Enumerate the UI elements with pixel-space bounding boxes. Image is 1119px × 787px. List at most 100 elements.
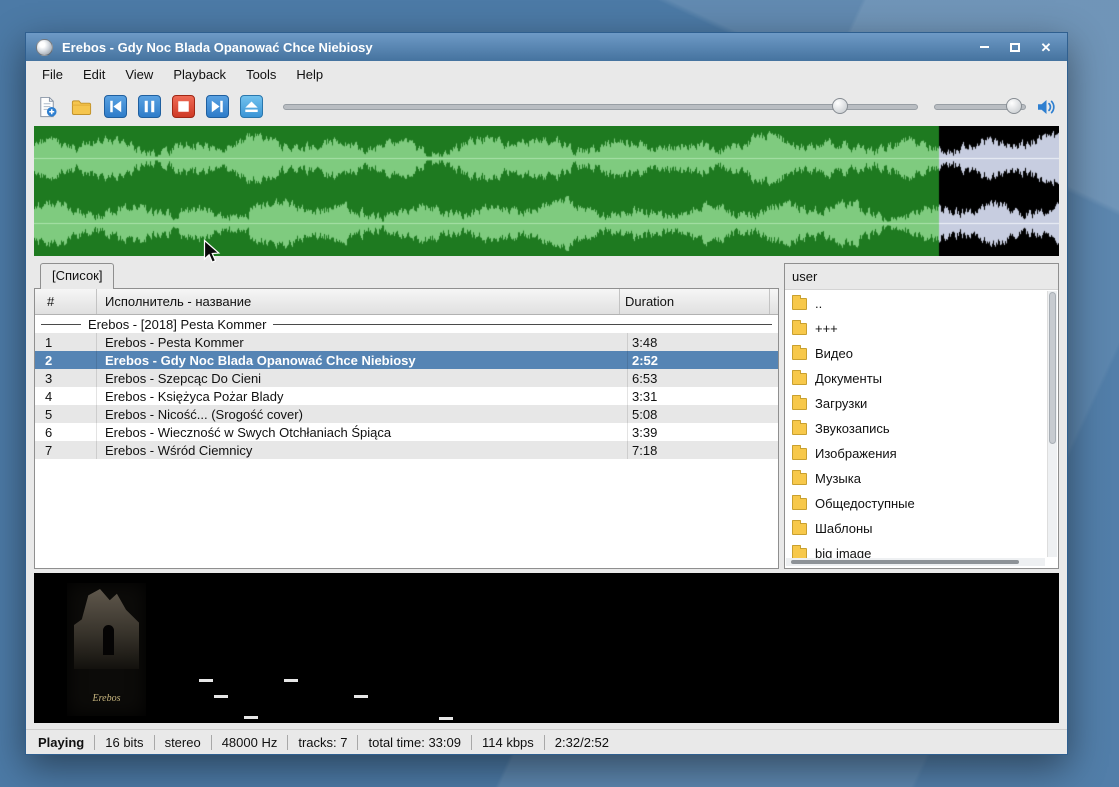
track-number: 4	[35, 387, 97, 405]
browser-item[interactable]: Загрузки	[785, 391, 1058, 416]
folder-icon	[792, 373, 807, 385]
browser-item[interactable]: Шаблоны	[785, 516, 1058, 541]
status-separator	[471, 735, 472, 750]
menu-view[interactable]: View	[115, 63, 163, 86]
viz-dash	[354, 695, 368, 698]
browser-item[interactable]: +++	[785, 316, 1058, 341]
folder-icon	[792, 323, 807, 335]
track-duration: 3:39	[628, 423, 778, 441]
track-row-5[interactable]: 5Erebos - Nicość... (Srogość cover)5:08	[35, 405, 778, 423]
volume-slider[interactable]	[934, 95, 1026, 118]
playlist-body: 1Erebos - Pesta Kommer3:482Erebos - Gdy …	[35, 333, 778, 568]
group-line-right	[273, 324, 772, 325]
file-browser-pane: user .. +++ Видео Документы Загрузки Звукозап…	[784, 263, 1059, 569]
prev-icon	[105, 96, 126, 117]
browser-item[interactable]: Изображения	[785, 441, 1058, 466]
playlist-pane: [Список] # Исполнитель - название Durati…	[34, 263, 779, 569]
status-separator	[357, 735, 358, 750]
seek-slider-groove[interactable]	[283, 104, 918, 110]
playlist-tab[interactable]: [Список]	[40, 263, 114, 289]
track-number: 7	[35, 441, 97, 459]
playlist-header: # Исполнитель - название Duration	[35, 289, 778, 315]
track-title: Erebos - Szepcąc Do Cieni	[97, 369, 628, 387]
browser-vertical-scrollbar[interactable]	[1047, 291, 1057, 557]
folder-icon	[70, 95, 93, 119]
menu-edit[interactable]: Edit	[73, 63, 115, 86]
folder-name: Видео	[815, 346, 853, 361]
browser-item[interactable]: ..	[785, 291, 1058, 316]
browser-item[interactable]: Видео	[785, 341, 1058, 366]
column-header-title[interactable]: Исполнитель - название	[97, 289, 620, 314]
minimize-button[interactable]	[973, 38, 995, 56]
browser-horizontal-scrollbar[interactable]	[786, 558, 1045, 566]
menu-tools[interactable]: Tools	[236, 63, 286, 86]
column-header-duration[interactable]: Duration	[620, 289, 770, 314]
toolbar	[26, 88, 1067, 125]
track-row-6[interactable]: 6Erebos - Wieczność w Swych Otchłaniach …	[35, 423, 778, 441]
maximize-icon	[1010, 43, 1020, 52]
status-segment: total time: 33:09	[366, 735, 463, 750]
volume-slider-handle[interactable]	[1006, 98, 1022, 114]
file-browser-header: user	[785, 264, 1058, 290]
track-row-3[interactable]: 3Erebos - Szepcąc Do Cieni6:53	[35, 369, 778, 387]
menu-bar: FileEditViewPlaybackToolsHelp	[26, 61, 1067, 88]
folder-icon	[792, 298, 807, 310]
track-row-1[interactable]: 1Erebos - Pesta Kommer3:48	[35, 333, 778, 351]
status-separator	[211, 735, 212, 750]
browser-item[interactable]: Общедоступные	[785, 491, 1058, 516]
group-title: Erebos - [2018] Pesta Kommer	[88, 317, 266, 332]
playlist-group-header[interactable]: Erebos - [2018] Pesta Kommer	[35, 315, 778, 333]
album-art-title: Erebos	[67, 693, 146, 704]
seek-slider[interactable]	[283, 95, 918, 118]
stop-button[interactable]	[172, 95, 195, 118]
waveform-seekbar[interactable]	[34, 126, 1059, 256]
folder-name: +++	[815, 321, 838, 336]
browser-item[interactable]: Документы	[785, 366, 1058, 391]
group-line-left	[41, 324, 81, 325]
pause-icon	[139, 96, 160, 117]
track-row-2[interactable]: 2Erebos - Gdy Noc Blada Opanować Chce Ni…	[35, 351, 778, 369]
add-files-button[interactable]	[36, 95, 59, 118]
folder-icon	[792, 523, 807, 535]
status-separator	[154, 735, 155, 750]
track-duration: 3:31	[628, 387, 778, 405]
pause-button[interactable]	[138, 95, 161, 118]
close-icon: ✕	[1041, 41, 1052, 54]
browser-horizontal-scrollbar-thumb[interactable]	[791, 560, 1019, 564]
main-area: [Список] # Исполнитель - название Durati…	[34, 263, 1059, 569]
menu-playback[interactable]: Playback	[163, 63, 236, 86]
next-button[interactable]	[206, 95, 229, 118]
folder-name: ..	[815, 296, 822, 311]
track-row-7[interactable]: 7Erebos - Wśród Ciemnicy7:18	[35, 441, 778, 459]
browser-item[interactable]: Звукозапись	[785, 416, 1058, 441]
playlist-tab-row: [Список]	[34, 263, 779, 289]
folder-icon	[792, 473, 807, 485]
folder-icon	[792, 423, 807, 435]
folder-name: Музыка	[815, 471, 861, 486]
track-duration: 6:53	[628, 369, 778, 387]
waveform-canvas[interactable]	[34, 126, 1059, 256]
browser-vertical-scrollbar-thumb[interactable]	[1049, 292, 1056, 444]
open-folder-button[interactable]	[70, 95, 93, 118]
browser-item[interactable]: Музыка	[785, 466, 1058, 491]
column-header-number[interactable]: #	[35, 289, 97, 314]
volume-icon[interactable]	[1035, 96, 1057, 118]
folder-name: Загрузки	[815, 396, 867, 411]
title-bar[interactable]: Erebos - Gdy Noc Blada Opanować Chce Nie…	[26, 33, 1067, 61]
window-title: Erebos - Gdy Noc Blada Opanować Chce Nie…	[62, 40, 964, 55]
track-duration: 5:08	[628, 405, 778, 423]
status-segment: stereo	[163, 735, 203, 750]
viz-dash	[199, 679, 213, 682]
track-number: 6	[35, 423, 97, 441]
track-row-4[interactable]: 4Erebos - Księżyca Pożar Blady3:31	[35, 387, 778, 405]
maximize-button[interactable]	[1004, 38, 1026, 56]
close-button[interactable]: ✕	[1035, 38, 1057, 56]
menu-file[interactable]: File	[32, 63, 73, 86]
viz-dash	[284, 679, 298, 682]
previous-button[interactable]	[104, 95, 127, 118]
seek-slider-handle[interactable]	[832, 98, 848, 114]
menu-help[interactable]: Help	[286, 63, 333, 86]
track-title: Erebos - Wieczność w Swych Otchłaniach Ś…	[97, 423, 628, 441]
track-number: 1	[35, 333, 97, 351]
eject-button[interactable]	[240, 95, 263, 118]
